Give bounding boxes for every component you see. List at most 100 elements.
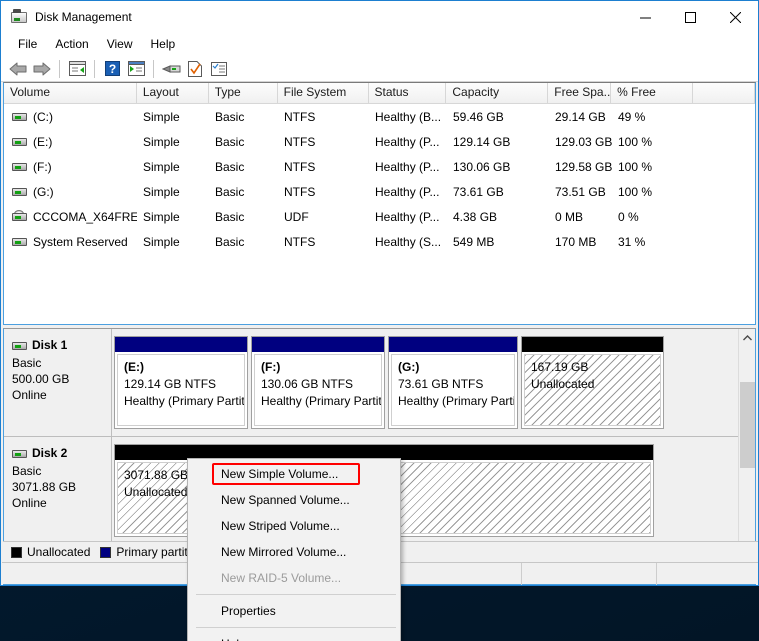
cell-file-system: NTFS — [278, 135, 369, 149]
column-header-capacity[interactable]: Capacity — [446, 83, 548, 104]
partition-color-bar — [522, 337, 663, 352]
status-cell — [392, 563, 522, 585]
partition-color-bar — [252, 337, 384, 352]
cd-drive-icon — [12, 211, 27, 222]
partition-unallocated[interactable]: 167.19 GBUnallocated — [521, 336, 664, 429]
partition-details: 167.19 GBUnallocated — [524, 354, 661, 426]
column-header--free[interactable]: % Free — [611, 83, 693, 104]
volume-name: System Reserved — [33, 235, 128, 249]
disk-icon — [12, 448, 27, 459]
maximize-icon[interactable] — [668, 1, 713, 33]
cell-status: Healthy (P... — [369, 185, 447, 199]
column-header-type[interactable]: Type — [209, 83, 278, 104]
legend-swatch — [100, 547, 111, 558]
partition-status: Healthy (Primary Partiti — [261, 393, 381, 410]
table-row[interactable]: (G:)SimpleBasicNTFSHealthy (P...73.61 GB… — [4, 179, 755, 204]
volume-name: CCCOMA_X64FRE... — [33, 210, 137, 224]
legend-swatch — [11, 547, 22, 558]
legend-label: Primary partiti — [116, 545, 190, 559]
cell-file-system: NTFS — [278, 235, 369, 249]
scrollbar-thumb[interactable] — [740, 382, 755, 468]
show-hide-action-pane-icon[interactable] — [124, 58, 148, 80]
partition-label: (E:) — [124, 359, 244, 376]
context-menu-item-new-spanned-volume[interactable]: New Spanned Volume... — [188, 487, 400, 513]
disk-info-disk-1[interactable]: Disk 1Basic500.00 GBOnline — [4, 329, 112, 436]
column-header-volume[interactable]: Volume — [4, 83, 137, 104]
cell-volume: CCCOMA_X64FRE... — [4, 210, 137, 224]
properties-icon[interactable] — [183, 58, 207, 80]
cell-type: Basic — [209, 210, 278, 224]
context-menu: New Simple Volume...New Spanned Volume..… — [187, 458, 401, 641]
menu-bar: File Action View Help — [1, 32, 758, 56]
list-view-icon[interactable] — [207, 58, 231, 80]
show-hide-console-tree-icon[interactable] — [65, 58, 89, 80]
window-controls — [623, 1, 758, 33]
context-menu-item-properties[interactable]: Properties — [188, 598, 400, 624]
partition-g[interactable]: (G:)73.61 GB NTFSHealthy (Primary Parti — [388, 336, 518, 429]
help-icon[interactable]: ? — [100, 58, 124, 80]
table-row[interactable]: (E:)SimpleBasicNTFSHealthy (P...129.14 G… — [4, 129, 755, 154]
cell-capacity: 129.14 GB — [447, 135, 549, 149]
context-menu-item-new-striped-volume[interactable]: New Striped Volume... — [188, 513, 400, 539]
disk-size: 3071.88 GB — [12, 479, 111, 495]
cell-layout: Simple — [137, 110, 209, 124]
table-row[interactable]: System ReservedSimpleBasicNTFSHealthy (S… — [4, 229, 755, 254]
toolbar-separator — [59, 60, 60, 78]
column-header-blank[interactable] — [693, 83, 755, 104]
cell-volume: (C:) — [4, 110, 137, 124]
legend-item-primary-partiti: Primary partiti — [100, 545, 190, 559]
disk-name: Disk 1 — [32, 338, 67, 352]
scroll-up-icon[interactable] — [739, 329, 756, 346]
disk-title: Disk 1 — [12, 338, 111, 352]
menu-file[interactable]: File — [9, 34, 46, 54]
cell-type: Basic — [209, 135, 278, 149]
partition-color-bar — [115, 337, 247, 352]
cell-file-system: NTFS — [278, 110, 369, 124]
column-header-free-spa[interactable]: Free Spa... — [548, 83, 611, 104]
menu-separator — [196, 627, 396, 628]
menu-action[interactable]: Action — [46, 34, 97, 54]
disk-row: Disk 1Basic500.00 GBOnline(E:)129.14 GB … — [4, 329, 738, 437]
partition-size: 130.06 GB NTFS — [261, 376, 381, 393]
partition-color-bar — [389, 337, 517, 352]
legend-label: Unallocated — [27, 545, 90, 559]
table-row[interactable]: (F:)SimpleBasicNTFSHealthy (P...130.06 G… — [4, 154, 755, 179]
hard-drive-icon — [12, 186, 27, 197]
close-icon[interactable] — [713, 1, 758, 33]
cell-capacity: 73.61 GB — [447, 185, 549, 199]
partition-size: 73.61 GB NTFS — [398, 376, 514, 393]
column-header-status[interactable]: Status — [369, 83, 447, 104]
cell-layout: Simple — [137, 210, 209, 224]
column-header-file-system[interactable]: File System — [278, 83, 369, 104]
cell-capacity: 59.46 GB — [447, 110, 549, 124]
table-row[interactable]: (C:)SimpleBasicNTFSHealthy (B...59.46 GB… — [4, 104, 755, 129]
partition-status: Healthy (Primary Parti — [398, 393, 514, 410]
cell-volume: (E:) — [4, 135, 137, 149]
volume-list-panel: VolumeLayoutTypeFile SystemStatusCapacit… — [3, 82, 756, 325]
volume-name: (F:) — [33, 160, 52, 174]
partition-label: (G:) — [398, 359, 514, 376]
partition-e[interactable]: (E:)129.14 GB NTFSHealthy (Primary Parti… — [114, 336, 248, 429]
minimize-icon[interactable] — [623, 1, 668, 33]
disk-name: Disk 2 — [32, 446, 67, 460]
context-menu-item-help[interactable]: Help — [188, 631, 400, 641]
table-row[interactable]: CCCOMA_X64FRE...SimpleBasicUDFHealthy (P… — [4, 204, 755, 229]
partition-f[interactable]: (F:)130.06 GB NTFSHealthy (Primary Parti… — [251, 336, 385, 429]
hard-drive-icon — [12, 111, 27, 122]
context-menu-item-new-simple-volume[interactable]: New Simple Volume... — [188, 461, 400, 487]
scrollbar-track[interactable] — [739, 346, 756, 567]
svg-text:?: ? — [108, 62, 115, 76]
menu-help[interactable]: Help — [142, 34, 185, 54]
cell-type: Basic — [209, 235, 278, 249]
forward-icon[interactable] — [30, 58, 54, 80]
rescan-disks-icon[interactable] — [159, 58, 183, 80]
menu-view[interactable]: View — [98, 34, 142, 54]
cell-status: Healthy (P... — [369, 160, 447, 174]
column-header-layout[interactable]: Layout — [137, 83, 209, 104]
context-menu-item-new-mirrored-volume[interactable]: New Mirrored Volume... — [188, 539, 400, 565]
cell-status: Healthy (P... — [369, 210, 447, 224]
context-menu-item-new-raid-5-volume: New RAID-5 Volume... — [188, 565, 400, 591]
status-cell — [657, 563, 757, 585]
disk-info-disk-2[interactable]: Disk 2Basic3071.88 GBOnline — [4, 437, 112, 544]
back-icon[interactable] — [6, 58, 30, 80]
